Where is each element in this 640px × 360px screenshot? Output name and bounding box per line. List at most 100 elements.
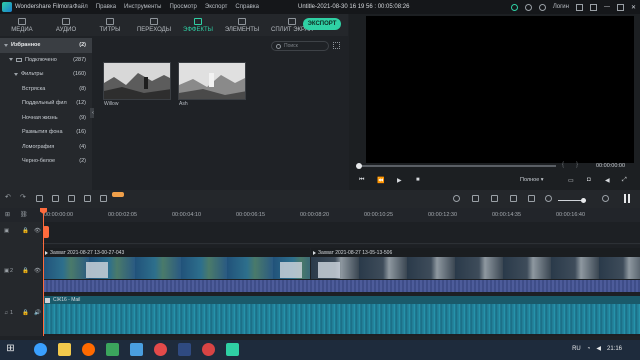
prev-frame-icon[interactable]: ⏮ [359, 177, 364, 184]
preview-quality-select[interactable]: Полное ▾ [520, 177, 544, 183]
zoom-out-icon[interactable] [545, 195, 552, 202]
language-indicator[interactable]: RU [572, 346, 581, 352]
menu-edit[interactable]: Правка [96, 4, 116, 10]
filmora-taskbar-icon[interactable] [226, 343, 239, 356]
mark-in-icon[interactable]: { [562, 162, 564, 168]
tab-transitions[interactable]: ПЕРЕХОДЫ [132, 14, 176, 36]
menu-export[interactable]: Экспорт [205, 4, 228, 10]
track-lock-icon[interactable]: 🔒 [22, 228, 29, 234]
account-icon[interactable] [538, 3, 546, 11]
undo-icon[interactable]: ↶ [5, 193, 12, 201]
link-icon[interactable]: ⛓ [20, 211, 28, 218]
wifi-icon[interactable]: ◔ [587, 346, 591, 352]
stop-icon[interactable]: ■ [416, 177, 420, 183]
volume-icon[interactable]: ◀ [596, 345, 601, 352]
minimize-button[interactable]: — [604, 4, 610, 10]
notification-icon[interactable] [589, 3, 597, 11]
track-lock-icon[interactable]: ▣ [4, 228, 9, 234]
tab-elements[interactable]: ЭЛЕМЕНТЫ [220, 14, 264, 36]
menu-file[interactable]: Файл [73, 4, 88, 10]
ruler-tick: 00:00:14:35 [492, 212, 522, 218]
fullscreen-icon[interactable]: ⤢ [622, 177, 627, 184]
playhead[interactable] [43, 208, 44, 336]
speed-icon[interactable] [84, 195, 91, 202]
sidebar-item-nightlife[interactable]: Ночная жизнь (9) [0, 111, 92, 126]
track-lock-icon[interactable]: 🔒 [22, 268, 29, 274]
tab-effects[interactable]: ЭФФЕКТЫ [176, 14, 220, 36]
folder-icon [16, 57, 22, 62]
snapshot-icon[interactable]: ◘ [587, 177, 591, 183]
tab-audio[interactable]: АУДИО [44, 14, 88, 36]
search-input[interactable]: Поиск [271, 41, 329, 51]
display-icon[interactable]: ▭ [568, 177, 574, 184]
menu-tools[interactable]: Инструменты [124, 4, 161, 10]
explorer-icon[interactable] [58, 343, 71, 356]
sidebar-item-filters[interactable]: Фильтры (160) [0, 67, 92, 82]
scrubber-handle[interactable] [356, 163, 362, 169]
marker-icon[interactable] [528, 195, 535, 202]
close-button[interactable]: ✕ [631, 4, 636, 11]
app-icon[interactable] [202, 343, 215, 356]
sidebar-item-black-white[interactable]: Черно-белое (2) [0, 154, 92, 169]
crop-icon[interactable] [68, 195, 75, 202]
video-track-icon: ▣ [4, 268, 10, 274]
play-icon[interactable]: ▶ [397, 177, 402, 184]
bulb-icon[interactable] [524, 3, 532, 11]
track-lock-icon[interactable]: 🔒 [22, 310, 29, 316]
windows-start-icon[interactable]: ⊞ [4, 343, 17, 356]
mark-out-icon[interactable]: } [576, 162, 578, 168]
app-icon[interactable] [154, 343, 167, 356]
cut-icon[interactable] [52, 195, 59, 202]
audio-clip-header[interactable]: СЖ16 - Mail [43, 296, 640, 304]
audio-clip-waveform[interactable] [43, 304, 640, 334]
save-icon[interactable] [575, 3, 583, 11]
shield-icon[interactable] [472, 195, 479, 202]
video-clip-2-header[interactable]: Захват 2021-08-27 13-05-13-506 [311, 248, 640, 257]
eye-icon[interactable]: 👁 [34, 228, 41, 234]
cloud-icon[interactable] [510, 3, 518, 11]
sidebar-item-background-blur[interactable]: Размытия фона (16) [0, 125, 92, 140]
sidebar-item-favorites[interactable]: Избранное (2) [0, 38, 92, 53]
app-icon[interactable] [178, 343, 191, 356]
effects-library [94, 38, 348, 190]
preview-scrubber[interactable] [358, 165, 556, 167]
windows-taskbar [0, 340, 640, 360]
effect-thumbnail-ash[interactable] [178, 62, 246, 100]
app-icon[interactable] [106, 343, 119, 356]
volume-icon[interactable]: ◀ [605, 177, 610, 184]
sidebar-item-lomography[interactable]: Ломография (4) [0, 140, 92, 155]
eye-icon[interactable]: 👁 [34, 268, 41, 274]
export-button[interactable]: ЭКСПОРТ [303, 18, 341, 30]
grid-view-icon[interactable] [333, 42, 340, 49]
menu-help[interactable]: Справка [235, 4, 259, 10]
edge-icon[interactable] [34, 343, 47, 356]
pause-icon[interactable] [624, 194, 630, 203]
add-track-icon[interactable]: ⊞ [5, 211, 10, 218]
video-clip-1-header[interactable]: Захват 2021-08-27 13-00-27-043 [43, 248, 310, 257]
firefox-icon[interactable] [82, 343, 95, 356]
voiceover-icon[interactable] [510, 195, 517, 202]
color-icon[interactable] [100, 195, 107, 202]
sidebar-item-fake-film[interactable]: Поддельный фил (12) [0, 96, 92, 111]
video-clip-2[interactable] [311, 257, 640, 279]
redo-icon[interactable]: ↷ [20, 193, 27, 201]
mute-icon[interactable]: 🔊 [34, 310, 41, 316]
sidebar-item-connected[interactable]: Подключено (287) [0, 53, 92, 68]
delete-icon[interactable] [36, 195, 43, 202]
system-tray: RU ◔ ◀ 21:16 [572, 345, 622, 353]
zoom-in-icon[interactable] [602, 195, 609, 202]
ruler-tick: 00:00:16:40 [556, 212, 586, 218]
video-clip-1[interactable] [43, 257, 310, 279]
render-icon[interactable] [453, 195, 460, 202]
effect-thumbnail-willow[interactable] [103, 62, 171, 100]
menu-view[interactable]: Просмотр [169, 4, 196, 10]
app-icon[interactable] [130, 343, 143, 356]
login-link[interactable]: Логин [553, 4, 569, 10]
maximize-button[interactable] [616, 3, 624, 11]
tab-media[interactable]: МЕДИА [0, 14, 44, 36]
microphone-icon[interactable] [491, 195, 498, 202]
sidebar-item-shake[interactable]: Встряска (8) [0, 82, 92, 97]
tab-titles[interactable]: ТИТРЫ [88, 14, 132, 36]
step-back-icon[interactable]: ⏪ [377, 177, 384, 184]
zoom-slider-handle[interactable] [581, 198, 586, 203]
